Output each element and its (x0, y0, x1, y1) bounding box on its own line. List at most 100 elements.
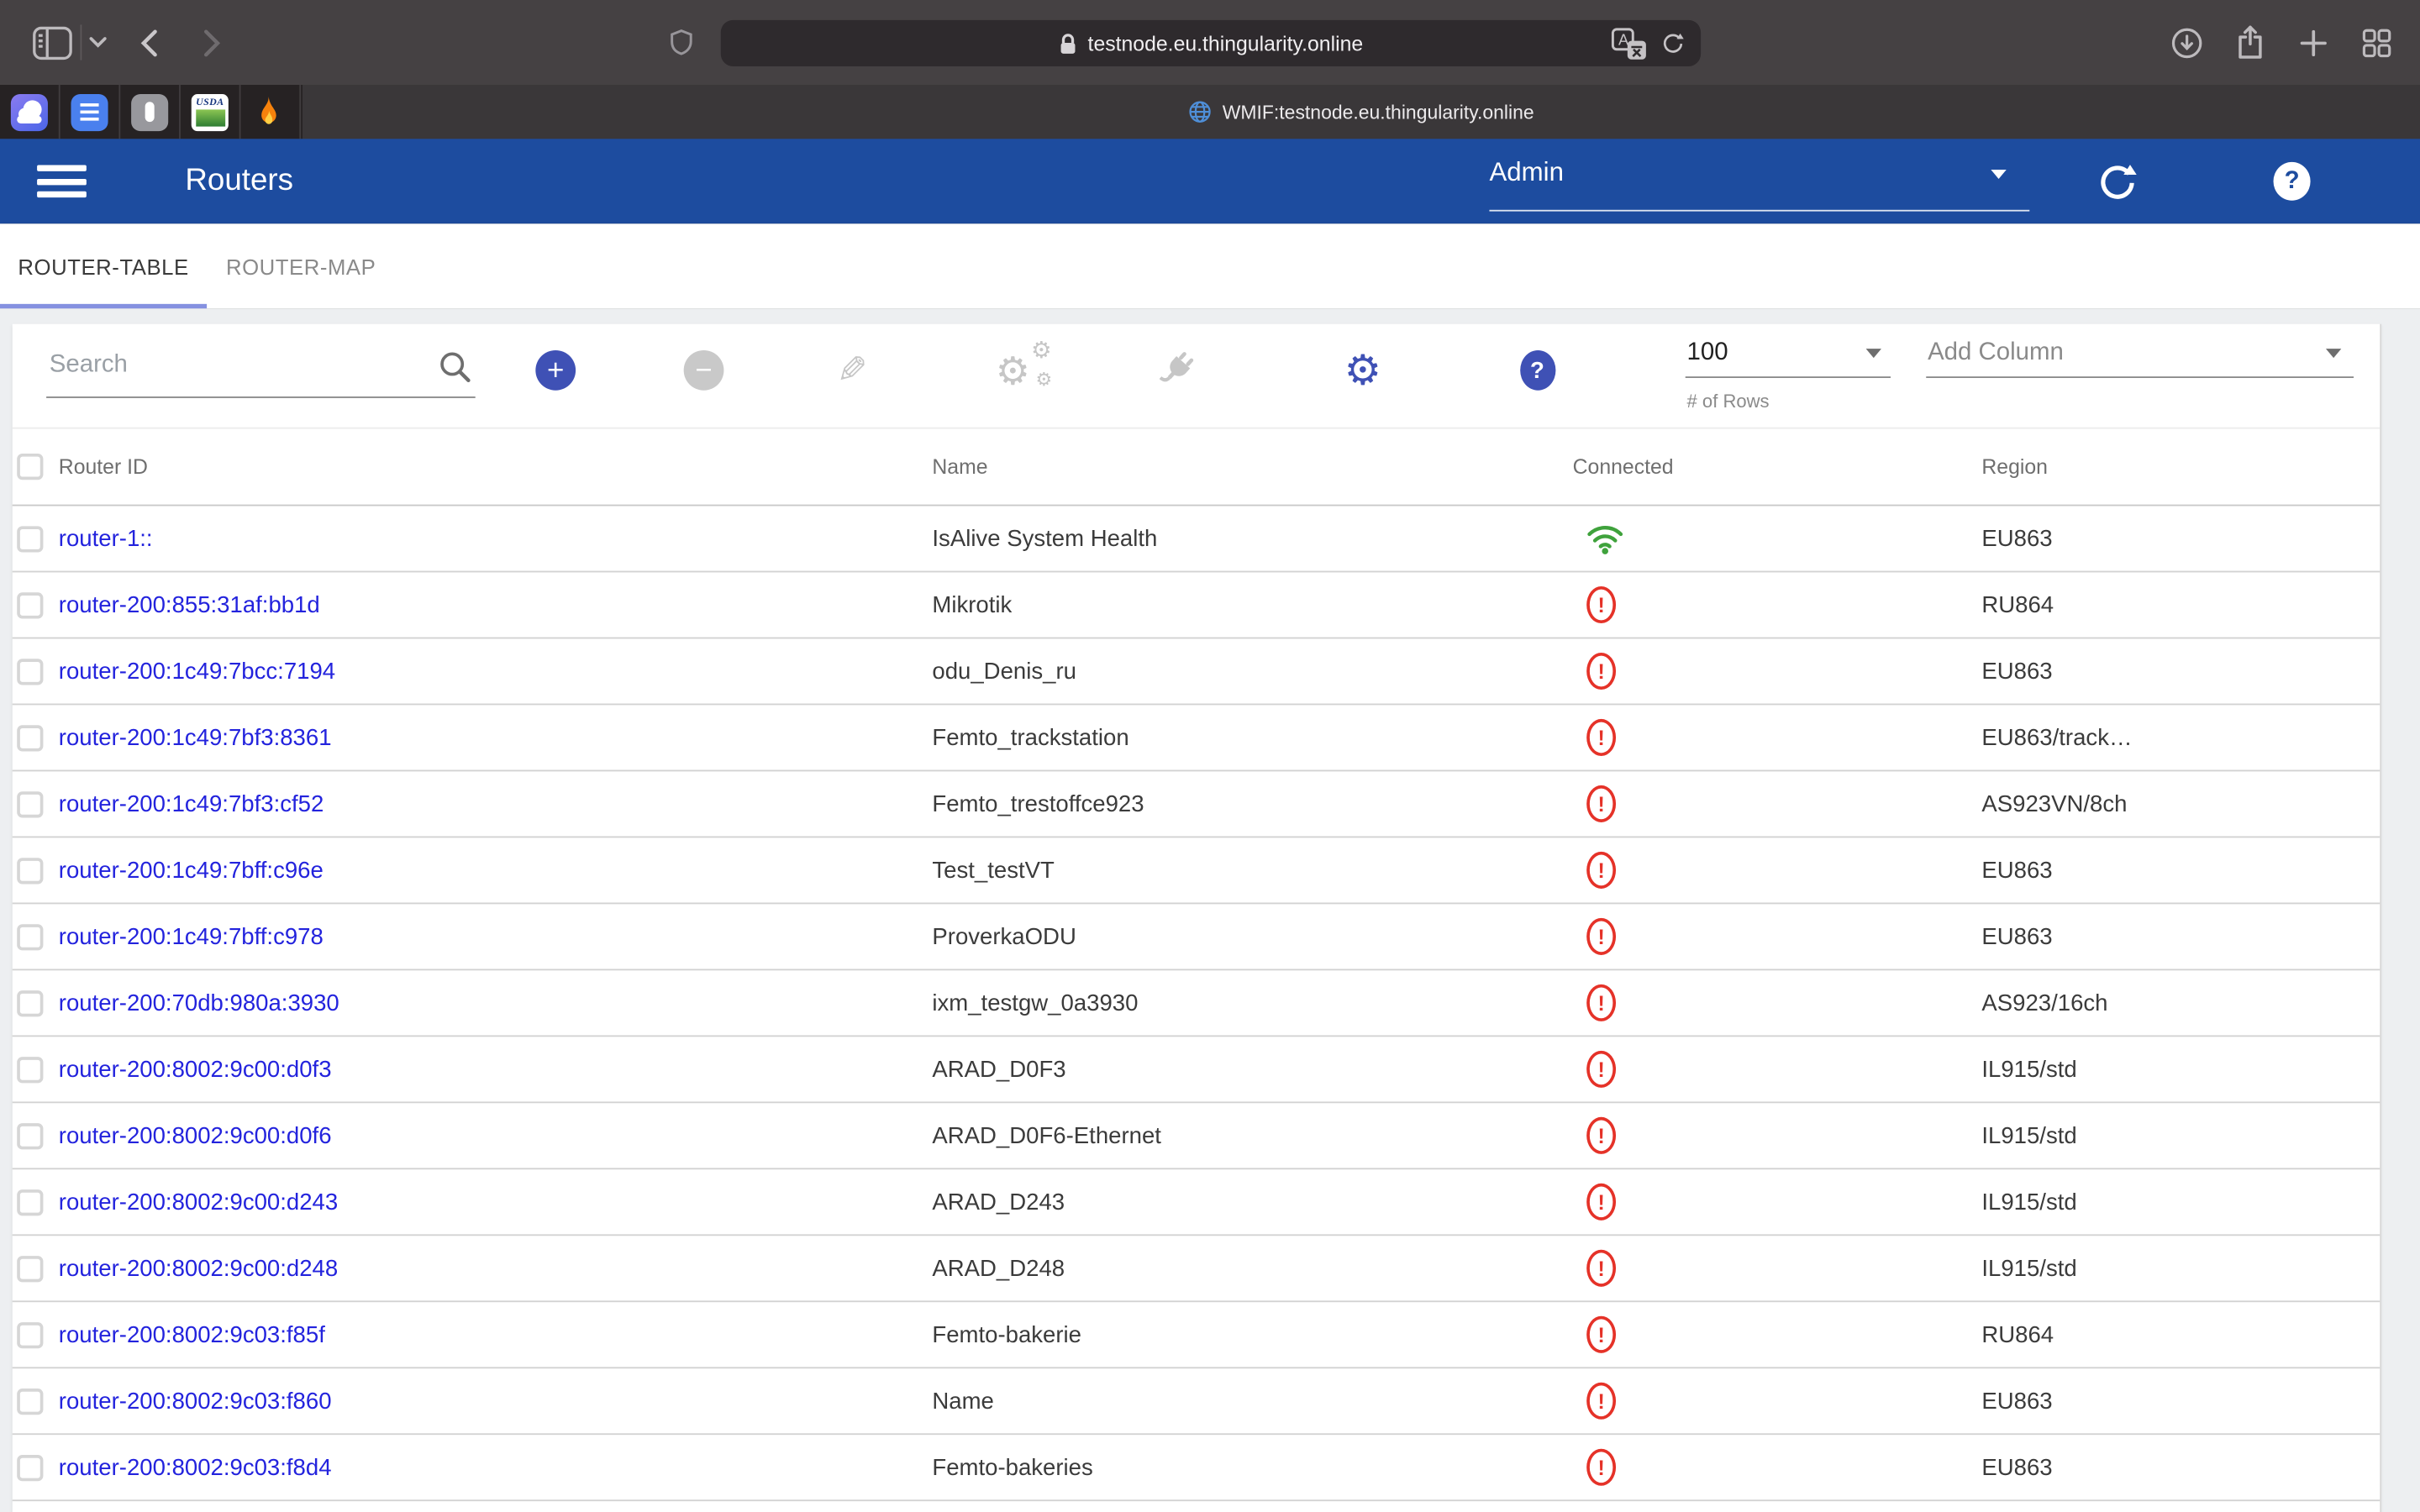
row-checkbox[interactable] (17, 1321, 43, 1347)
table-row: router-200:1c49:7bff:c978 ProverkaODU ! … (13, 904, 2381, 970)
add-column-select[interactable]: Add Column (1926, 324, 2354, 429)
connected-cell: ! (1573, 1051, 1982, 1088)
router-region: EU863 (1981, 525, 2380, 551)
router-id-link[interactable]: router-200:1c49:7bf3:8361 (59, 724, 933, 750)
privacy-shield-icon[interactable] (666, 0, 697, 85)
tab-router-map[interactable]: ROUTER-MAP (207, 223, 395, 308)
back-icon[interactable] (133, 0, 164, 85)
router-table-card: + − ✎ ⚙ ⚙ ⚙ (13, 324, 2381, 1512)
row-checkbox[interactable] (17, 1189, 43, 1215)
edit-button[interactable]: ✎ (821, 339, 882, 401)
router-id-link[interactable]: router-200:8002:9c00:d0f3 (59, 1056, 933, 1082)
search-field[interactable] (46, 336, 476, 397)
help-icon[interactable]: ? (2274, 162, 2311, 201)
table-help-button[interactable]: ? (1507, 339, 1568, 401)
row-checkbox[interactable] (17, 990, 43, 1016)
chevron-down-icon (1866, 349, 1881, 358)
table-toolbar: + − ✎ ⚙ ⚙ ⚙ (13, 324, 2381, 429)
row-checkbox[interactable] (17, 1122, 43, 1148)
row-checkbox[interactable] (17, 1454, 43, 1480)
connected-cell: ! (1573, 1449, 1982, 1486)
gear-icon: ⚙ (1344, 349, 1381, 391)
router-id-link[interactable]: router-200:1c49:7bff:c978 (59, 923, 933, 949)
rows-per-page-select[interactable]: 100 # of Rows (1686, 324, 1891, 429)
row-checkbox[interactable] (17, 790, 43, 816)
refresh-icon[interactable] (2096, 160, 2139, 203)
connect-plug-button[interactable] (1145, 339, 1207, 401)
router-id-link[interactable]: router-200:8002:9c00:d243 (59, 1189, 933, 1215)
column-header-connected[interactable]: Connected (1573, 455, 1982, 479)
router-region: EU863 (1981, 857, 2380, 883)
forward-icon[interactable] (196, 0, 227, 85)
router-id-link[interactable]: router-200:1c49:7bf3:cf52 (59, 790, 933, 816)
rows-per-page-value: 100 (1687, 339, 1728, 367)
router-id-link[interactable]: router-1:: (59, 525, 933, 551)
translate-icon[interactable]: A (1612, 27, 1647, 60)
row-checkbox[interactable] (17, 591, 43, 617)
column-header-name[interactable]: Name (932, 455, 1572, 479)
router-id-link[interactable]: router-200:8002:9c00:d0f6 (59, 1122, 933, 1148)
error-alert-icon: ! (1586, 1316, 1616, 1353)
active-browser-tab[interactable]: WMIF:testnode.eu.thingularity.online (302, 85, 2420, 139)
row-checkbox[interactable] (17, 658, 43, 684)
router-name: IsAlive System Health (932, 525, 1572, 551)
browser-toolbar: testnode.eu.thingularity.online A (0, 0, 2420, 85)
select-all-checkbox[interactable] (17, 454, 43, 480)
error-alert-icon: ! (1586, 653, 1616, 690)
row-checkbox[interactable] (17, 1388, 43, 1414)
router-region: EU863 (1981, 1388, 2380, 1414)
router-id-link[interactable]: router-200:1c49:7bff:c96e (59, 857, 933, 883)
gear-icon: ⚙ (1035, 370, 1052, 389)
router-region: IL915/std (1981, 1189, 2380, 1215)
url-text: testnode.eu.thingularity.online (1088, 32, 1364, 55)
downloads-icon[interactable] (2167, 0, 2207, 85)
url-bar[interactable]: testnode.eu.thingularity.online A (721, 20, 1701, 66)
row-checkbox[interactable] (17, 923, 43, 949)
row-checkbox[interactable] (17, 724, 43, 750)
router-id-link[interactable]: router-200:1c49:7bcc:7194 (59, 658, 933, 684)
connected-cell: ! (1573, 918, 1982, 955)
remove-router-button[interactable]: − (673, 339, 734, 401)
column-header-region[interactable]: Region (1981, 455, 2380, 479)
sidebar-toggle-icon[interactable] (28, 0, 77, 85)
router-id-link[interactable]: router-200:8002:9c03:f860 (59, 1388, 933, 1414)
new-tab-icon[interactable] (2293, 0, 2333, 85)
row-checkbox[interactable] (17, 1056, 43, 1082)
router-id-link[interactable]: router-200:70db:980a:3930 (59, 990, 933, 1016)
pinned-tab-firebase-icon[interactable] (241, 85, 302, 139)
connected-cell (1573, 522, 1982, 555)
router-id-link[interactable]: router-200:8002:9c00:d248 (59, 1255, 933, 1281)
reload-icon[interactable] (1660, 31, 1685, 55)
add-router-button[interactable]: + (524, 339, 586, 401)
table-row: router-200:8002:9c03:f85f Femto-bakerie … (13, 1302, 2381, 1368)
router-id-link[interactable]: router-200:855:31af:bb1d (59, 591, 933, 617)
error-alert-icon: ! (1586, 1051, 1616, 1088)
router-region: EU863/track… (1981, 724, 2380, 750)
chevron-down-icon[interactable] (85, 0, 109, 85)
table-row: router-200:1c49:7bff:c96e Test_testVT ! … (13, 837, 2381, 904)
menu-icon[interactable] (37, 162, 87, 201)
share-icon[interactable] (2230, 0, 2270, 85)
pinned-tab-capsule-icon[interactable] (120, 85, 181, 139)
row-checkbox[interactable] (17, 525, 43, 551)
tab-router-table[interactable]: ROUTER-TABLE (0, 223, 207, 308)
error-alert-icon: ! (1586, 1383, 1616, 1420)
connected-cell: ! (1573, 984, 1982, 1021)
minus-icon: − (684, 350, 724, 391)
tab-overview-icon[interactable] (2355, 0, 2398, 85)
pinned-tab-usda-icon[interactable]: USDA (181, 85, 241, 139)
error-alert-icon: ! (1586, 852, 1616, 889)
row-checkbox[interactable] (17, 857, 43, 883)
router-id-link[interactable]: router-200:8002:9c03:f85f (59, 1321, 933, 1347)
user-role-select[interactable]: Admin (1489, 150, 2029, 211)
settings-gears-button[interactable]: ⚙ ⚙ ⚙ (992, 339, 1066, 401)
row-checkbox[interactable] (17, 1255, 43, 1281)
pinned-tab-cloud-app-icon[interactable] (0, 85, 60, 139)
connected-cell: ! (1573, 653, 1982, 690)
router-id-link[interactable]: router-200:8002:9c03:f8d4 (59, 1454, 933, 1480)
table-settings-button[interactable]: ⚙ (1332, 339, 1393, 401)
search-input[interactable] (50, 336, 420, 395)
error-alert-icon: ! (1586, 785, 1616, 822)
column-header-router-id[interactable]: Router ID (59, 455, 933, 479)
pinned-tab-docs-icon[interactable] (60, 85, 121, 139)
